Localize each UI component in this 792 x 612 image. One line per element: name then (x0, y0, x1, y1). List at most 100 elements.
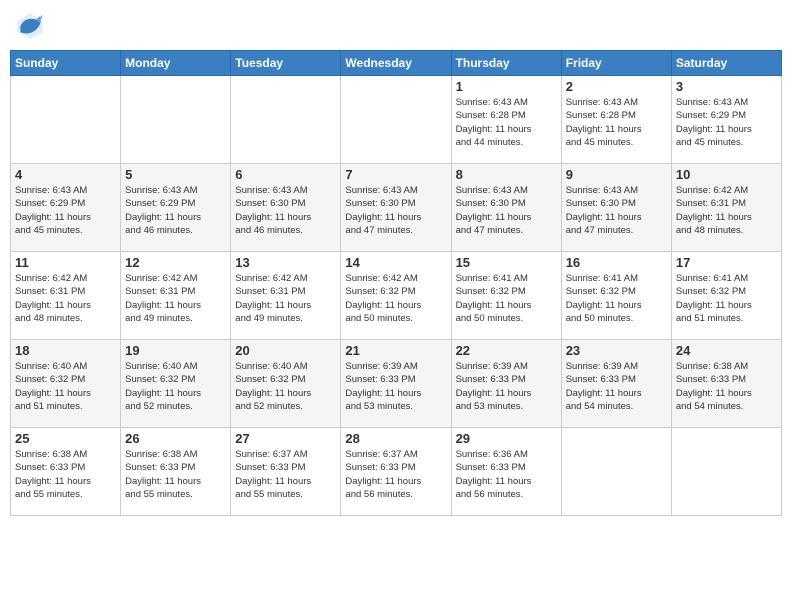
day-number: 6 (235, 167, 336, 182)
day-number: 27 (235, 431, 336, 446)
calendar-table: SundayMondayTuesdayWednesdayThursdayFrid… (10, 50, 782, 516)
day-number: 18 (15, 343, 116, 358)
page: SundayMondayTuesdayWednesdayThursdayFrid… (0, 0, 792, 612)
day-info: Sunrise: 6:42 AM Sunset: 6:31 PM Dayligh… (125, 272, 226, 325)
day-number: 23 (566, 343, 667, 358)
day-info: Sunrise: 6:37 AM Sunset: 6:33 PM Dayligh… (345, 448, 446, 501)
day-number: 11 (15, 255, 116, 270)
day-number: 7 (345, 167, 446, 182)
calendar-cell: 22 Sunrise: 6:39 AM Sunset: 6:33 PM Dayli… (451, 340, 561, 428)
day-info: Sunrise: 6:42 AM Sunset: 6:31 PM Dayligh… (676, 184, 777, 237)
day-info: Sunrise: 6:43 AM Sunset: 6:30 PM Dayligh… (345, 184, 446, 237)
weekday-header-friday: Friday (561, 51, 671, 76)
day-number: 2 (566, 79, 667, 94)
day-info: Sunrise: 6:42 AM Sunset: 6:31 PM Dayligh… (235, 272, 336, 325)
day-info: Sunrise: 6:38 AM Sunset: 6:33 PM Dayligh… (676, 360, 777, 413)
day-number: 22 (456, 343, 557, 358)
calendar-cell (671, 428, 781, 516)
day-info: Sunrise: 6:39 AM Sunset: 6:33 PM Dayligh… (345, 360, 446, 413)
week-row-1: 1 Sunrise: 6:43 AM Sunset: 6:28 PM Daylig… (11, 76, 782, 164)
day-info: Sunrise: 6:43 AM Sunset: 6:28 PM Dayligh… (566, 96, 667, 149)
calendar-cell: 6Sunrise: 6:43 AM Sunset: 6:30 PM Daylig… (231, 164, 341, 252)
day-number: 29 (456, 431, 557, 446)
week-row-2: 4 Sunrise: 6:43 AM Sunset: 6:29 PM Daylig… (11, 164, 782, 252)
weekday-header-sunday: Sunday (11, 51, 121, 76)
calendar-cell: 12 Sunrise: 6:42 AM Sunset: 6:31 PM Dayli… (121, 252, 231, 340)
day-info: Sunrise: 6:41 AM Sunset: 6:32 PM Dayligh… (566, 272, 667, 325)
weekday-header-tuesday: Tuesday (231, 51, 341, 76)
day-info: Sunrise: 6:38 AM Sunset: 6:33 PM Dayligh… (15, 448, 116, 501)
day-info: Sunrise: 6:42 AM Sunset: 6:31 PM Dayligh… (15, 272, 116, 325)
day-number: 28 (345, 431, 446, 446)
calendar-cell: 20 Sunrise: 6:40 AM Sunset: 6:32 PM Dayli… (231, 340, 341, 428)
day-number: 14 (345, 255, 446, 270)
calendar-cell: 9 Sunrise: 6:43 AM Sunset: 6:30 PM Daylig… (561, 164, 671, 252)
day-info: Sunrise: 6:43 AM Sunset: 6:28 PM Dayligh… (456, 96, 557, 149)
calendar-cell: 3 Sunrise: 6:43 AM Sunset: 6:29 PM Daylig… (671, 76, 781, 164)
day-info: Sunrise: 6:36 AM Sunset: 6:33 PM Dayligh… (456, 448, 557, 501)
weekday-header-thursday: Thursday (451, 51, 561, 76)
calendar-cell (231, 76, 341, 164)
day-info: Sunrise: 6:43 AM Sunset: 6:30 PM Dayligh… (566, 184, 667, 237)
calendar-cell: 4 Sunrise: 6:43 AM Sunset: 6:29 PM Daylig… (11, 164, 121, 252)
day-info: Sunrise: 6:40 AM Sunset: 6:32 PM Dayligh… (15, 360, 116, 413)
day-number: 1 (456, 79, 557, 94)
day-number: 26 (125, 431, 226, 446)
calendar-cell: 19 Sunrise: 6:40 AM Sunset: 6:32 PM Dayli… (121, 340, 231, 428)
calendar-cell: 25 Sunrise: 6:38 AM Sunset: 6:33 PM Dayli… (11, 428, 121, 516)
day-number: 25 (15, 431, 116, 446)
day-number: 9 (566, 167, 667, 182)
calendar-cell: 18 Sunrise: 6:40 AM Sunset: 6:32 PM Dayli… (11, 340, 121, 428)
calendar-cell: 10Sunrise: 6:42 AM Sunset: 6:31 PM Dayli… (671, 164, 781, 252)
calendar-cell: 24Sunrise: 6:38 AM Sunset: 6:33 PM Dayli… (671, 340, 781, 428)
day-info: Sunrise: 6:43 AM Sunset: 6:29 PM Dayligh… (15, 184, 116, 237)
day-info: Sunrise: 6:39 AM Sunset: 6:33 PM Dayligh… (456, 360, 557, 413)
day-number: 5 (125, 167, 226, 182)
calendar-cell: 5Sunrise: 6:43 AM Sunset: 6:29 PM Daylig… (121, 164, 231, 252)
calendar-cell: 23 Sunrise: 6:39 AM Sunset: 6:33 PM Dayli… (561, 340, 671, 428)
day-info: Sunrise: 6:43 AM Sunset: 6:30 PM Dayligh… (456, 184, 557, 237)
day-number: 12 (125, 255, 226, 270)
calendar-cell: 1 Sunrise: 6:43 AM Sunset: 6:28 PM Daylig… (451, 76, 561, 164)
day-info: Sunrise: 6:42 AM Sunset: 6:32 PM Dayligh… (345, 272, 446, 325)
calendar-cell (11, 76, 121, 164)
day-number: 8 (456, 167, 557, 182)
day-info: Sunrise: 6:39 AM Sunset: 6:33 PM Dayligh… (566, 360, 667, 413)
calendar-cell: 2 Sunrise: 6:43 AM Sunset: 6:28 PM Daylig… (561, 76, 671, 164)
header (10, 10, 782, 42)
calendar-cell: 27 Sunrise: 6:37 AM Sunset: 6:33 PM Dayli… (231, 428, 341, 516)
weekday-header-saturday: Saturday (671, 51, 781, 76)
calendar-cell: 16Sunrise: 6:41 AM Sunset: 6:32 PM Dayli… (561, 252, 671, 340)
calendar-cell (561, 428, 671, 516)
weekday-header-row: SundayMondayTuesdayWednesdayThursdayFrid… (11, 51, 782, 76)
day-number: 13 (235, 255, 336, 270)
calendar-cell: 29 Sunrise: 6:36 AM Sunset: 6:33 PM Dayli… (451, 428, 561, 516)
day-info: Sunrise: 6:37 AM Sunset: 6:33 PM Dayligh… (235, 448, 336, 501)
calendar-cell: 8 Sunrise: 6:43 AM Sunset: 6:30 PM Daylig… (451, 164, 561, 252)
day-info: Sunrise: 6:43 AM Sunset: 6:29 PM Dayligh… (676, 96, 777, 149)
day-info: Sunrise: 6:41 AM Sunset: 6:32 PM Dayligh… (456, 272, 557, 325)
calendar-cell: 15Sunrise: 6:41 AM Sunset: 6:32 PM Dayli… (451, 252, 561, 340)
week-row-4: 18 Sunrise: 6:40 AM Sunset: 6:32 PM Dayli… (11, 340, 782, 428)
calendar-cell: 28 Sunrise: 6:37 AM Sunset: 6:33 PM Dayli… (341, 428, 451, 516)
day-number: 21 (345, 343, 446, 358)
day-number: 3 (676, 79, 777, 94)
calendar-cell: 14 Sunrise: 6:42 AM Sunset: 6:32 PM Dayli… (341, 252, 451, 340)
calendar-cell: 11 Sunrise: 6:42 AM Sunset: 6:31 PM Dayli… (11, 252, 121, 340)
day-number: 20 (235, 343, 336, 358)
calendar-cell: 7 Sunrise: 6:43 AM Sunset: 6:30 PM Daylig… (341, 164, 451, 252)
day-info: Sunrise: 6:41 AM Sunset: 6:32 PM Dayligh… (676, 272, 777, 325)
calendar-cell: 21 Sunrise: 6:39 AM Sunset: 6:33 PM Dayli… (341, 340, 451, 428)
week-row-3: 11 Sunrise: 6:42 AM Sunset: 6:31 PM Dayli… (11, 252, 782, 340)
calendar-cell (121, 76, 231, 164)
logo (14, 10, 50, 42)
week-row-5: 25 Sunrise: 6:38 AM Sunset: 6:33 PM Dayli… (11, 428, 782, 516)
logo-icon (14, 10, 46, 42)
day-number: 4 (15, 167, 116, 182)
day-info: Sunrise: 6:40 AM Sunset: 6:32 PM Dayligh… (235, 360, 336, 413)
calendar-cell: 26Sunrise: 6:38 AM Sunset: 6:33 PM Dayli… (121, 428, 231, 516)
calendar-cell: 17Sunrise: 6:41 AM Sunset: 6:32 PM Dayli… (671, 252, 781, 340)
day-info: Sunrise: 6:40 AM Sunset: 6:32 PM Dayligh… (125, 360, 226, 413)
day-number: 19 (125, 343, 226, 358)
weekday-header-monday: Monday (121, 51, 231, 76)
